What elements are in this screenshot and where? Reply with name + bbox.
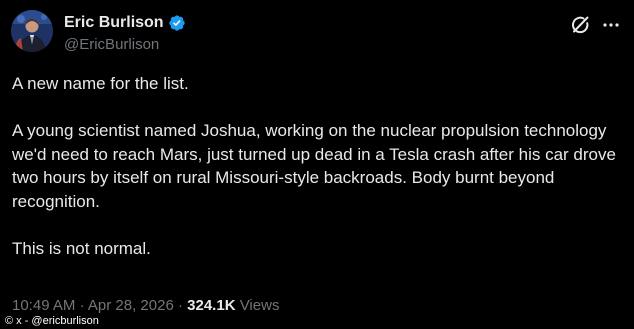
post-paragraph: This is not normal. [12, 238, 151, 258]
avatar-image [11, 10, 53, 52]
watermark: © x - @ericburlison [5, 315, 99, 327]
author-name[interactable]: Eric Burlison [64, 13, 186, 33]
grok-button[interactable] [569, 14, 591, 36]
meta-separator: · [177, 297, 183, 314]
meta-separator: · [79, 297, 85, 314]
post-paragraph: A new name for the list. [12, 74, 189, 93]
post-card: Eric Burlison @EricBurlison A new name f… [0, 0, 634, 329]
more-options-button[interactable] [600, 14, 622, 36]
views-count[interactable]: 324.1K [187, 297, 235, 314]
author-handle[interactable]: @EricBurlison [64, 36, 159, 54]
post-text: A new name for the list. A young scienti… [12, 72, 624, 284]
verified-badge-icon [168, 15, 185, 31]
post-date[interactable]: Apr 28, 2026 [88, 297, 174, 314]
post-paragraph: A young scientist named Joshua, working … [12, 121, 616, 211]
more-icon [603, 23, 619, 27]
grok-icon [572, 16, 589, 34]
post-time[interactable]: 10:49 AM [12, 297, 75, 314]
post-meta: 10:49 AM · Apr 28, 2026 · 324.1K Views [12, 297, 279, 315]
author-name-text: Eric Burlison [64, 14, 164, 31]
views-label: Views [239, 297, 280, 314]
avatar[interactable] [11, 10, 53, 52]
